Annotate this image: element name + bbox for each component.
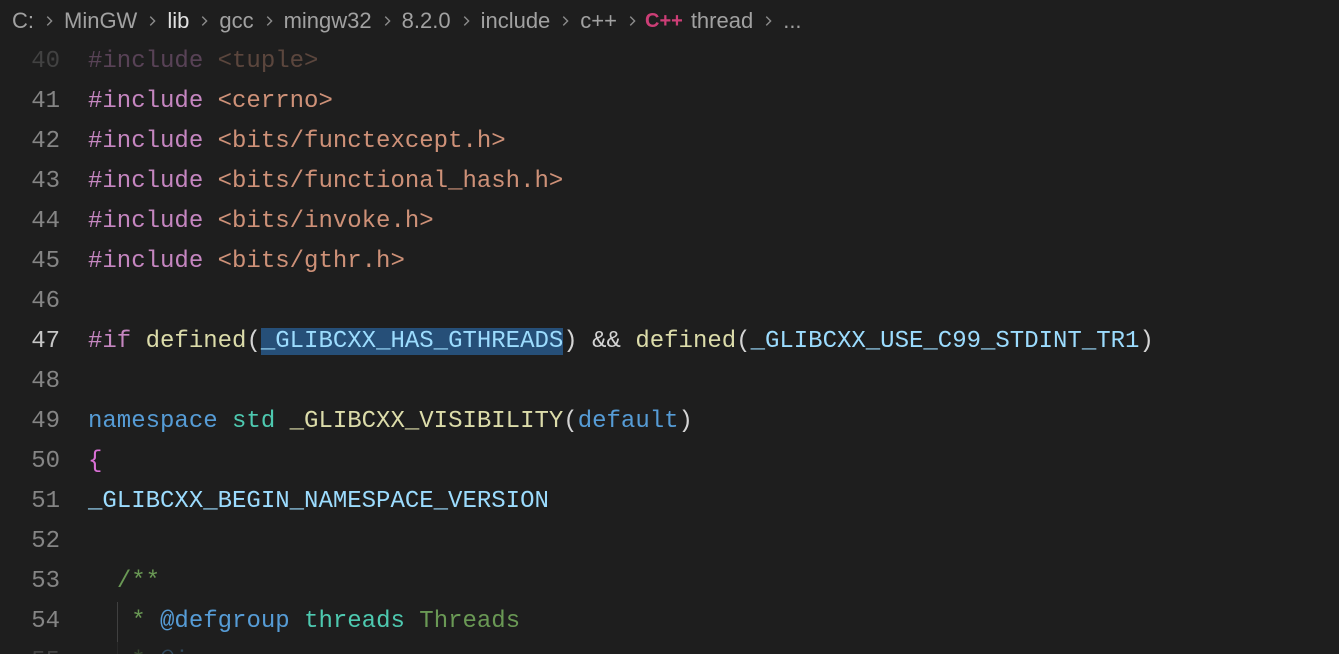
cpp-file-icon: C++ — [645, 10, 683, 33]
breadcrumb: C: MinGW lib gcc mingw32 8.2.0 include c… — [0, 0, 1339, 42]
line-number: 54 — [0, 602, 88, 642]
code-content[interactable]: #include <bits/invoke.h> — [88, 202, 434, 242]
breadcrumb-file[interactable]: thread — [689, 8, 755, 34]
code-line[interactable]: 40#include <tuple> — [0, 42, 1339, 82]
line-number: 41 — [0, 82, 88, 122]
chevron-right-icon — [761, 14, 775, 28]
line-number: 55 — [0, 642, 88, 654]
code-content[interactable]: namespace std _GLIBCXX_VISIBILITY(defaul… — [88, 402, 693, 442]
breadcrumb-item[interactable]: C: — [10, 8, 36, 34]
chevron-right-icon — [459, 14, 473, 28]
code-content[interactable]: #include <bits/gthr.h> — [88, 242, 405, 282]
code-content[interactable]: #include <bits/functional_hash.h> — [88, 162, 563, 202]
line-number: 45 — [0, 242, 88, 282]
line-number: 46 — [0, 282, 88, 322]
line-number: 50 — [0, 442, 88, 482]
line-number: 51 — [0, 482, 88, 522]
code-line[interactable]: 41#include <cerrno> — [0, 82, 1339, 122]
code-content[interactable]: #if defined(_GLIBCXX_HAS_GTHREADS) && de… — [88, 322, 1154, 362]
code-line[interactable]: 51_GLIBCXX_BEGIN_NAMESPACE_VERSION — [0, 482, 1339, 522]
code-line[interactable]: 46 — [0, 282, 1339, 322]
code-line[interactable]: 49namespace std _GLIBCXX_VISIBILITY(defa… — [0, 402, 1339, 442]
chevron-right-icon — [145, 14, 159, 28]
chevron-right-icon — [558, 14, 572, 28]
chevron-right-icon — [42, 14, 56, 28]
chevron-right-icon — [197, 14, 211, 28]
breadcrumb-symbol[interactable]: ... — [781, 8, 803, 34]
code-content[interactable]: * @ingroup concurrency — [88, 642, 448, 654]
line-number: 40 — [0, 42, 88, 82]
code-line[interactable]: 55 * @ingroup concurrency — [0, 642, 1339, 654]
line-number: 53 — [0, 562, 88, 602]
code-content[interactable]: * @defgroup threads Threads — [88, 602, 520, 642]
code-line[interactable]: 50{ — [0, 442, 1339, 482]
line-number: 48 — [0, 362, 88, 402]
code-line[interactable]: 42#include <bits/functexcept.h> — [0, 122, 1339, 162]
line-number: 47 — [0, 322, 88, 362]
breadcrumb-item[interactable]: include — [479, 8, 553, 34]
breadcrumb-item[interactable]: lib — [165, 8, 191, 34]
breadcrumb-item[interactable]: MinGW — [62, 8, 139, 34]
code-line[interactable]: 47#if defined(_GLIBCXX_HAS_GTHREADS) && … — [0, 322, 1339, 362]
breadcrumb-item[interactable]: c++ — [578, 8, 619, 34]
breadcrumb-item[interactable]: mingw32 — [282, 8, 374, 34]
code-line[interactable]: 54 * @defgroup threads Threads — [0, 602, 1339, 642]
chevron-right-icon — [380, 14, 394, 28]
line-number: 43 — [0, 162, 88, 202]
breadcrumb-item[interactable]: gcc — [217, 8, 255, 34]
line-number: 44 — [0, 202, 88, 242]
code-content[interactable]: #include <tuple> — [88, 42, 318, 82]
code-editor[interactable]: 40#include <tuple>41#include <cerrno>42#… — [0, 42, 1339, 654]
code-content[interactable]: /** — [88, 562, 160, 602]
code-content[interactable]: { — [88, 442, 102, 482]
code-content[interactable]: #include <cerrno> — [88, 82, 333, 122]
line-number: 42 — [0, 122, 88, 162]
code-line[interactable]: 43#include <bits/functional_hash.h> — [0, 162, 1339, 202]
code-content[interactable]: _GLIBCXX_BEGIN_NAMESPACE_VERSION — [88, 482, 549, 522]
line-number: 49 — [0, 402, 88, 442]
line-number: 52 — [0, 522, 88, 562]
code-line[interactable]: 45#include <bits/gthr.h> — [0, 242, 1339, 282]
code-line[interactable]: 44#include <bits/invoke.h> — [0, 202, 1339, 242]
chevron-right-icon — [262, 14, 276, 28]
code-content[interactable]: #include <bits/functexcept.h> — [88, 122, 506, 162]
code-line[interactable]: 52 — [0, 522, 1339, 562]
code-line[interactable]: 53 /** — [0, 562, 1339, 602]
chevron-right-icon — [625, 14, 639, 28]
breadcrumb-item[interactable]: 8.2.0 — [400, 8, 453, 34]
code-line[interactable]: 48 — [0, 362, 1339, 402]
